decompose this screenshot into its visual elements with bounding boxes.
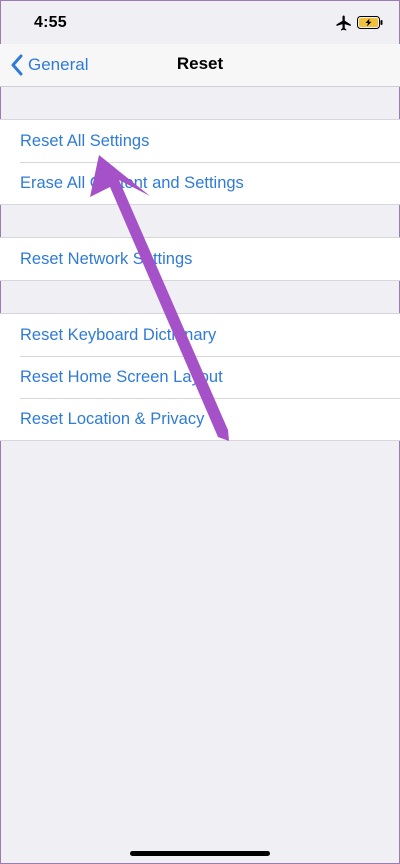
reset-network-settings-row[interactable]: Reset Network Settings (0, 238, 400, 280)
back-button[interactable]: General (10, 52, 88, 78)
status-bar: 4:55 (0, 0, 400, 44)
reset-all-settings-row[interactable]: Reset All Settings (0, 120, 400, 162)
airplane-icon (336, 15, 351, 31)
back-label: General (28, 55, 89, 74)
reset-keyboard-dictionary-row[interactable]: Reset Keyboard Dictionary (0, 314, 400, 356)
settings-group-1: Reset All Settings Erase All Content and… (0, 119, 400, 205)
reset-home-screen-layout-row[interactable]: Reset Home Screen Layout (0, 356, 400, 398)
erase-all-content-row[interactable]: Erase All Content and Settings (0, 162, 400, 204)
status-time: 4:55 (34, 14, 67, 31)
navigation-bar: Reset General (0, 44, 400, 87)
settings-group-3: Reset Keyboard Dictionary Reset Home Scr… (0, 313, 400, 441)
reset-location-privacy-row[interactable]: Reset Location & Privacy (0, 398, 400, 440)
home-indicator (130, 851, 270, 856)
battery-charging-icon (357, 16, 383, 29)
settings-group-2: Reset Network Settings (0, 237, 400, 281)
chevron-left-icon (11, 54, 23, 76)
